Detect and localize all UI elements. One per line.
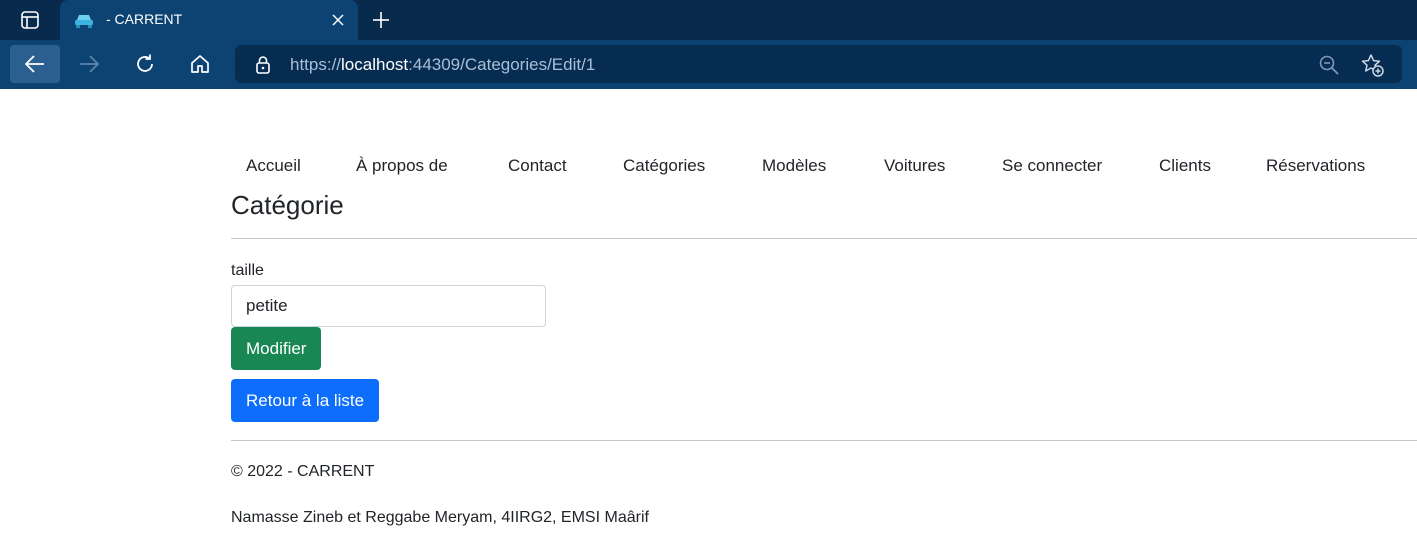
zoom-out-icon[interactable] [1318, 54, 1340, 76]
back-arrow-icon[interactable] [10, 45, 60, 83]
browser-tab-bar: - CARRENT [0, 0, 1417, 40]
back-to-list-button[interactable]: Retour à la liste [231, 379, 380, 422]
nav-link-reservations[interactable]: Réservations [1266, 156, 1365, 176]
nav-link-se-connecter[interactable]: Se connecter [1002, 156, 1102, 176]
nav-link-contact[interactable]: Contact [508, 156, 567, 176]
footer-divider [231, 440, 1417, 441]
refresh-icon[interactable] [120, 45, 170, 83]
footer-authors: Namasse Zineb et Reggabe Meryam, 4IIRG2,… [231, 509, 649, 526]
nav-link-modeles[interactable]: Modèles [762, 156, 826, 176]
modify-button[interactable]: Modifier [231, 327, 322, 370]
home-icon[interactable] [175, 45, 225, 83]
browser-toolbar: https://localhost:44309/Categories/Edit/… [0, 40, 1417, 89]
tab-actions-icon[interactable] [12, 6, 48, 34]
tab-title: - CARRENT [106, 11, 183, 27]
taille-label: taille [231, 262, 264, 279]
footer-copyright: © 2022 - CARRENT [231, 463, 375, 480]
url-text[interactable]: https://localhost:44309/Categories/Edit/… [290, 55, 595, 75]
address-bar[interactable]: https://localhost:44309/Categories/Edit/… [235, 45, 1402, 83]
nav-link-voitures[interactable]: Voitures [884, 156, 945, 176]
car-favicon-icon [74, 11, 94, 29]
nav-link-clients[interactable]: Clients [1159, 156, 1211, 176]
add-favorite-icon[interactable] [1360, 53, 1384, 77]
nav-link-a-propos[interactable]: À propos de [356, 156, 448, 176]
browser-tab[interactable]: - CARRENT [60, 0, 358, 40]
page-title: Catégorie [231, 190, 344, 220]
close-icon[interactable] [328, 10, 348, 30]
taille-input[interactable]: petite [231, 285, 546, 327]
main-navigation: Accueil À propos de Contact Catégories M… [0, 156, 1417, 178]
nav-link-accueil[interactable]: Accueil [246, 156, 301, 176]
lock-icon[interactable] [253, 55, 273, 75]
forward-arrow-icon[interactable] [64, 45, 114, 83]
nav-link-categories[interactable]: Catégories [623, 156, 705, 176]
divider [231, 238, 1417, 239]
plus-icon[interactable] [368, 8, 394, 32]
